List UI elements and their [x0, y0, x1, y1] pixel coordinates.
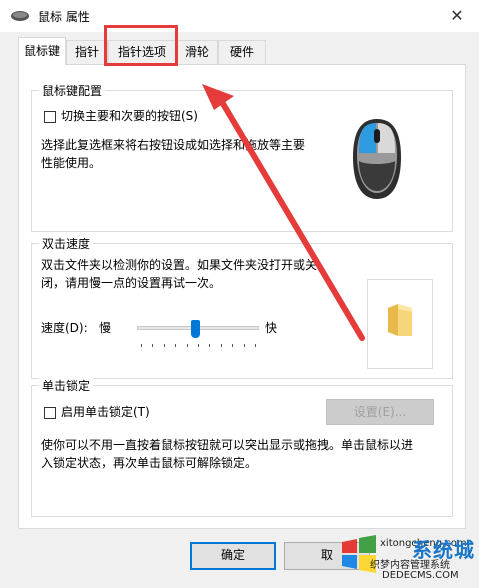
- watermark-cms-name: 织梦内容管理系统: [370, 560, 450, 571]
- annotation-arrow: [202, 84, 365, 341]
- watermark-cms-url: DEDECMS.COM: [382, 570, 459, 581]
